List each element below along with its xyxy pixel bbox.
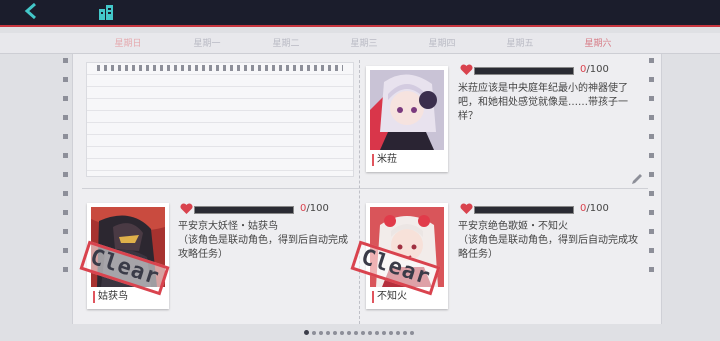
affection-score: 0/100 — [300, 203, 329, 214]
character-name: 不知火 — [372, 291, 407, 303]
back-arrow-icon[interactable] — [24, 2, 46, 22]
page-dot[interactable] — [389, 330, 393, 335]
affection-total: /100 — [586, 203, 609, 214]
page-indicator[interactable] — [304, 322, 417, 335]
notepad-binding — [97, 65, 343, 71]
weekday-header: 星期日 星期一 星期二 星期三 星期四 星期五 星期六 — [0, 33, 720, 54]
character-note: （该角色是联动角色，得到后自动完成攻略任务） — [178, 235, 348, 260]
heart-icon — [460, 64, 473, 75]
empty-notepad — [86, 62, 354, 177]
page-dot[interactable] — [304, 330, 309, 335]
page-dot[interactable] — [326, 330, 330, 335]
character-card-mila[interactable]: 米菈 — [366, 66, 448, 172]
affection-total: /100 — [306, 203, 329, 214]
weekday-thu: 星期四 — [428, 39, 456, 49]
page-dot[interactable] — [361, 330, 365, 335]
page-dot[interactable] — [354, 330, 358, 335]
top-bar-accent-line — [0, 25, 720, 27]
affection-bar — [194, 206, 294, 214]
top-bar — [0, 0, 720, 27]
page-dot[interactable] — [319, 330, 323, 335]
heart-icon — [460, 203, 473, 214]
page-dot[interactable] — [396, 330, 400, 335]
affection-bar — [474, 206, 574, 214]
weekday-fri: 星期五 — [506, 39, 534, 49]
weekday-mon: 星期一 — [193, 39, 221, 49]
character-description: 米菈应该是中央庭年纪最小的神器使了吧，和她相处感觉就像是……带孩子一样？ — [458, 83, 628, 122]
character-note: （该角色是联动角色，得到后自动完成攻略任务） — [458, 235, 638, 260]
page-dot[interactable] — [312, 330, 316, 335]
character-name: 姑获鸟 — [93, 291, 128, 303]
heart-icon — [180, 203, 193, 214]
weekday-tue: 星期二 — [272, 39, 300, 49]
binding-rings-left — [63, 58, 71, 286]
character-name: 米菈 — [372, 154, 397, 166]
page-dot[interactable] — [333, 330, 337, 335]
affection-bar — [474, 67, 574, 75]
page-dot[interactable] — [340, 330, 344, 335]
weekday-sun: 星期日 — [114, 39, 142, 49]
character-title: 平安京大妖怪・姑获鸟 — [178, 221, 278, 232]
pencil-icon[interactable] — [631, 173, 643, 185]
affection-score: 0/100 — [580, 64, 609, 75]
character-title: 平安京绝色歌姬・不知火 — [458, 221, 568, 232]
page-dot[interactable] — [368, 330, 372, 335]
building-icon[interactable] — [97, 3, 115, 21]
affection-score: 0/100 — [580, 203, 609, 214]
page-dot[interactable] — [403, 330, 407, 335]
board-divider-vertical — [359, 60, 360, 324]
weekday-sat: 星期六 — [584, 39, 612, 49]
board-divider-horizontal — [82, 188, 648, 189]
page-dot[interactable] — [382, 330, 386, 335]
page-dot[interactable] — [410, 330, 414, 335]
binding-rings-right — [649, 58, 657, 286]
character-portrait — [370, 70, 444, 150]
page-dot[interactable] — [375, 330, 379, 335]
affection-total: /100 — [586, 64, 609, 75]
page-dot[interactable] — [347, 330, 351, 335]
weekday-wed: 星期三 — [350, 39, 378, 49]
